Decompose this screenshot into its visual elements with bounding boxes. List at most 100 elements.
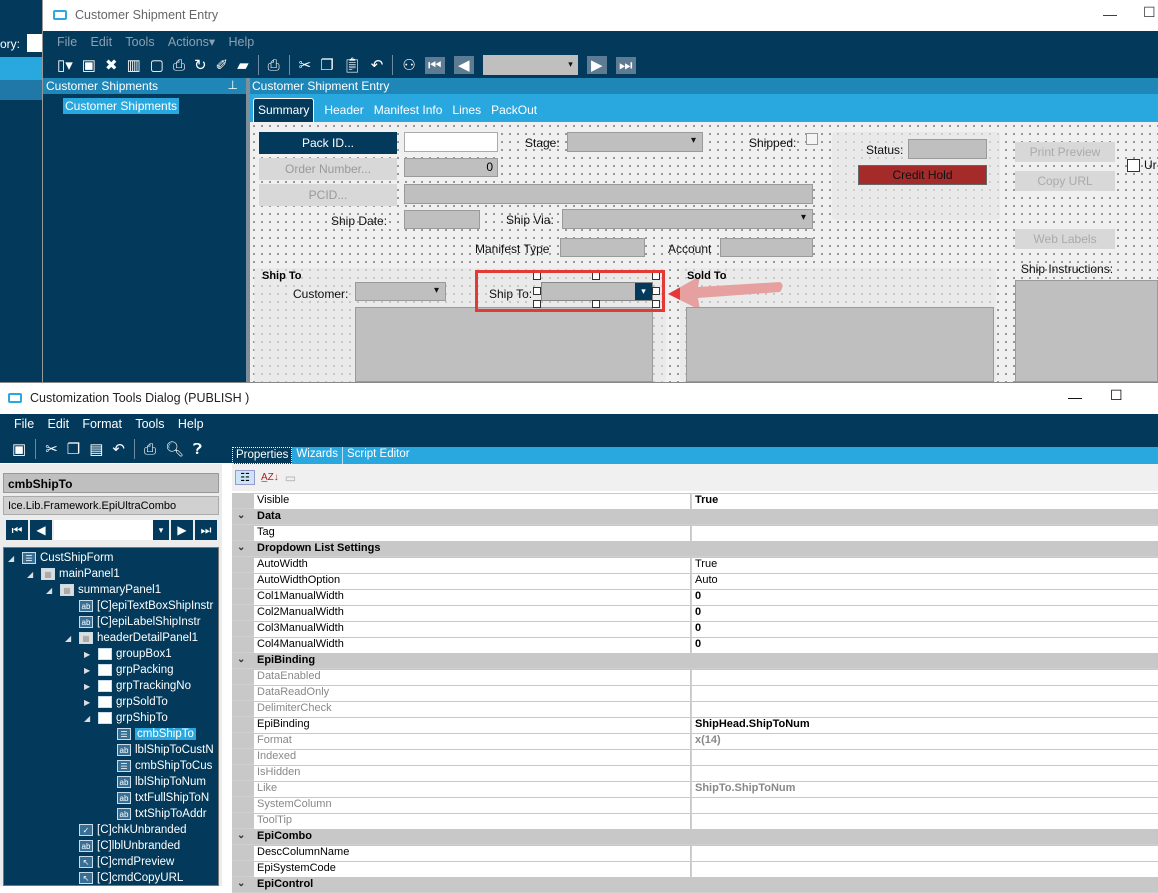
property-row[interactable]: EpiBinding ShipHead.ShipToNum [232, 717, 1158, 733]
account-input[interactable] [720, 238, 813, 257]
property-category[interactable]: ⌄ Dropdown List Settings [232, 541, 1158, 557]
property-value[interactable] [691, 862, 1158, 877]
property-row[interactable]: Like ShipTo.ShipToNum [232, 781, 1158, 797]
last-record-button[interactable]: ⏭ [615, 56, 636, 74]
property-value[interactable]: ShipTo.ShipToNum [691, 782, 1158, 797]
help-icon[interactable]: ❓︎ [193, 441, 202, 458]
ship-via-dropdown[interactable] [562, 209, 813, 229]
menu-tools[interactable]: Tools [135, 417, 164, 431]
record-dropdown[interactable]: ▾ [482, 55, 578, 75]
paste-icon[interactable]: ▤ [89, 440, 103, 458]
tab-lines[interactable]: Lines [452, 103, 481, 122]
undo-icon[interactable]: ↶ [112, 440, 125, 458]
menu-help[interactable]: Help [178, 417, 204, 431]
property-value[interactable] [691, 686, 1158, 701]
menu-edit[interactable]: Edit [91, 35, 113, 49]
property-category[interactable]: ⌄ EpiBinding [232, 653, 1158, 669]
pack-id-button[interactable]: Pack ID... [259, 132, 397, 154]
note-icon[interactable]: ▢ [150, 56, 164, 74]
print-preview-button[interactable]: Print Preview [1015, 142, 1115, 162]
ship-date-input[interactable] [404, 210, 480, 229]
cut-icon[interactable]: ✂ [45, 440, 58, 458]
cut-icon[interactable]: ✂ [299, 56, 312, 74]
attach-icon[interactable]: ⎙ [173, 57, 185, 74]
chevron-down-icon[interactable]: ⌄ [237, 654, 245, 665]
property-row[interactable]: Col2ManualWidth 0 [232, 605, 1158, 621]
maximize-button[interactable]: ☐ [1143, 4, 1156, 21]
chevron-down-icon[interactable]: ⌄ [237, 510, 245, 521]
status-input[interactable] [908, 139, 987, 159]
unbranded-checkbox[interactable] [1127, 159, 1140, 172]
property-row[interactable]: Col1ManualWidth 0 [232, 589, 1158, 605]
order-number-input[interactable]: 0 [404, 158, 498, 177]
property-value[interactable] [691, 766, 1158, 781]
print-icon[interactable]: ⎙ [268, 57, 280, 74]
categorized-icon[interactable]: ☷ [235, 470, 255, 485]
search-binoculars-icon[interactable]: ⚇ [402, 56, 415, 74]
stage-dropdown[interactable] [567, 132, 703, 152]
property-row[interactable]: Visible True [232, 493, 1158, 509]
paste-icon[interactable]: 📋︎ [343, 56, 362, 74]
menu-actions[interactable]: Actions▾ [168, 35, 215, 49]
menu-tools[interactable]: Tools [125, 35, 154, 49]
clear-icon[interactable]: ✐ [216, 56, 229, 74]
print-icon[interactable]: ⎙ [144, 441, 156, 458]
save-icon[interactable]: ▣ [12, 440, 26, 458]
copy-icon[interactable]: ❐ [67, 440, 80, 458]
web-labels-button[interactable]: Web Labels [1015, 229, 1115, 249]
tab-script-editor[interactable]: Script Editor [343, 447, 414, 464]
menu-file[interactable]: File [14, 417, 34, 431]
order-number-button[interactable]: Order Number... [259, 158, 397, 180]
tab-properties[interactable]: Properties [232, 447, 293, 464]
prev-record-button[interactable]: ◀ [453, 56, 474, 74]
property-row[interactable]: Col4ManualWidth 0 [232, 637, 1158, 653]
property-pages-icon[interactable]: ▭ [285, 471, 296, 485]
property-row[interactable]: AutoWidthOption Auto [232, 573, 1158, 589]
new-icon[interactable]: ▯▾ [57, 56, 73, 74]
tab-summary[interactable]: Summary [253, 98, 315, 122]
property-value[interactable]: 0 [691, 590, 1158, 605]
property-category[interactable]: ⌄ EpiCombo [232, 829, 1158, 845]
property-row[interactable]: EpiSystemCode [232, 861, 1158, 877]
property-value[interactable]: ShipHead.ShipToNum [691, 718, 1158, 733]
property-value[interactable] [691, 750, 1158, 765]
chevron-down-icon[interactable]: ⌄ [237, 878, 245, 889]
ship-to-address-box[interactable] [355, 307, 653, 382]
property-value[interactable]: 0 [691, 606, 1158, 621]
minimize-button[interactable]: — [1068, 389, 1082, 405]
maximize-button[interactable]: ☐ [1110, 387, 1123, 404]
property-row[interactable]: Format x(14) [232, 733, 1158, 749]
property-row[interactable]: ToolTip [232, 813, 1158, 829]
property-row[interactable]: Col3ManualWidth 0 [232, 621, 1158, 637]
property-row[interactable]: Indexed [232, 749, 1158, 765]
property-row[interactable]: IsHidden [232, 765, 1158, 781]
customer-dropdown[interactable] [355, 282, 446, 301]
property-row[interactable]: Tag [232, 525, 1158, 541]
background-input[interactable] [27, 34, 42, 52]
refresh-icon[interactable]: ↻ [194, 56, 207, 74]
print-preview-icon[interactable]: 🔍︎ [165, 440, 184, 458]
ship-instructions-input[interactable] [1015, 280, 1158, 382]
chevron-down-icon[interactable]: ⌄ [237, 830, 245, 841]
copy-icon[interactable]: ❐ [320, 56, 333, 74]
menu-file[interactable]: File [57, 35, 77, 49]
property-row[interactable]: DataReadOnly [232, 685, 1158, 701]
undo-icon[interactable]: ↶ [371, 56, 384, 74]
copy-url-button[interactable]: Copy URL [1015, 171, 1115, 191]
property-row[interactable]: AutoWidth True [232, 557, 1158, 573]
menu-format[interactable]: Format [82, 417, 122, 431]
menu-help[interactable]: Help [229, 35, 255, 49]
save-icon[interactable]: ▣ [82, 56, 96, 74]
manifest-type-input[interactable] [560, 238, 645, 257]
minimize-button[interactable]: — [1103, 6, 1117, 22]
property-value[interactable]: True [691, 558, 1158, 573]
delete-icon[interactable]: ✖ [105, 56, 118, 74]
tab-wizards[interactable]: Wizards [292, 447, 343, 464]
book-icon[interactable]: ▥ [127, 56, 141, 74]
pcid-button[interactable]: PCID... [259, 184, 397, 206]
pack-id-input[interactable] [404, 132, 498, 152]
property-value[interactable] [691, 846, 1158, 861]
alphabetical-icon[interactable]: A̲Z↓ [261, 472, 279, 483]
property-row[interactable]: SystemColumn [232, 797, 1158, 813]
nav-item-customer-shipments[interactable]: Customer Shipments [63, 98, 180, 114]
